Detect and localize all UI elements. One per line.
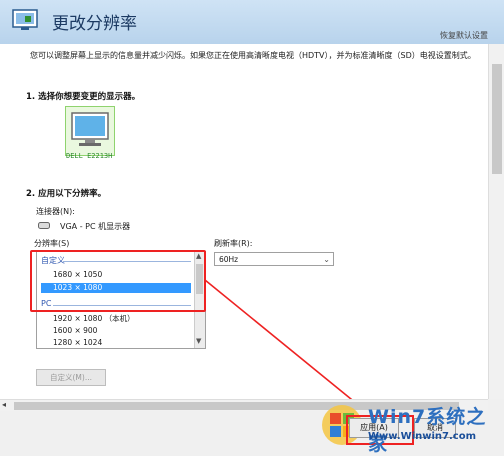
vertical-scroll-thumb[interactable] — [492, 64, 502, 174]
chevron-left-icon[interactable]: ◂ — [2, 400, 6, 409]
watermark-url: Www.Winwin7.com — [368, 431, 477, 442]
page-vertical-scrollbar[interactable] — [488, 44, 504, 399]
watermark-brand: Win7系统之家 — [368, 406, 487, 455]
custom-resolution-button[interactable]: 自定义(M)... — [36, 369, 106, 386]
